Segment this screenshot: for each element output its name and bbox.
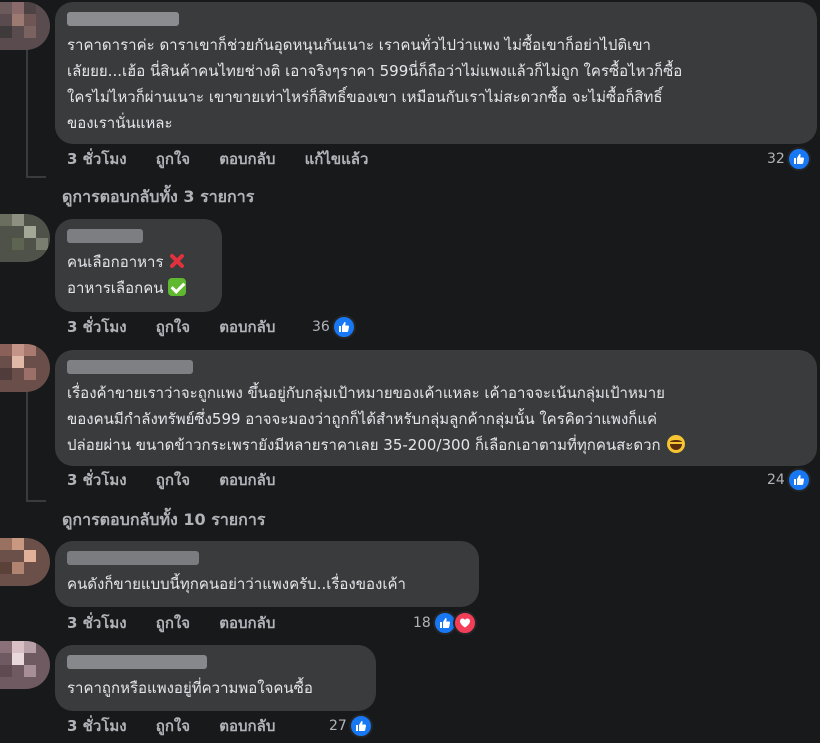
comment-text: ราคาถูกหรือแพงอยู่ที่ความพอใจคนซื้อ bbox=[67, 675, 362, 701]
comment-line: เลัยยย...เฮ้อ นี่สินค้าคนไทยช่างติ เอาจร… bbox=[67, 62, 683, 80]
commenter-name-blurred[interactable] bbox=[67, 551, 199, 565]
reaction-count: 36 bbox=[312, 319, 330, 335]
timestamp[interactable]: 3 ชั่วโมง bbox=[67, 714, 127, 738]
like-button[interactable]: ถูกใจ bbox=[156, 315, 190, 339]
avatar[interactable] bbox=[0, 344, 50, 392]
comment-line: อาหารเลือกคน bbox=[67, 275, 208, 301]
like-icon bbox=[348, 714, 373, 738]
comment-line: ใครไม่ไหวก็ผ่านเนาะ เขาขายเท่าไหร่ก็สิทธ… bbox=[67, 88, 663, 106]
reply-button[interactable]: ตอบกลับ bbox=[219, 147, 275, 171]
thread-line bbox=[26, 176, 46, 178]
avatar[interactable] bbox=[0, 538, 50, 586]
comment-text: ราคาดาราค่ะ ดาราเขาก็ช่วยกันอุดหนุนกันเน… bbox=[67, 32, 803, 136]
comment-bubble: ราคาถูกหรือแพงอยู่ที่ความพอใจคนซื้อ bbox=[55, 645, 376, 711]
comment-line-text: อาหารเลือกคน bbox=[67, 279, 164, 297]
comment-text: เรื่องค้าขายเราว่าจะถูกแพง ขึ้นอยู่กับกล… bbox=[67, 380, 803, 458]
laughing-emoji bbox=[666, 435, 685, 453]
comment-actions: 3 ชั่วโมง ถูกใจ ตอบกลับ bbox=[67, 468, 299, 492]
like-button[interactable]: ถูกใจ bbox=[156, 714, 190, 738]
cross-mark-emoji bbox=[168, 252, 186, 270]
edited-label[interactable]: แก้ไขแล้ว bbox=[305, 147, 369, 171]
timestamp[interactable]: 3 ชั่วโมง bbox=[67, 315, 127, 339]
reply-button[interactable]: ตอบกลับ bbox=[219, 714, 275, 738]
love-icon bbox=[452, 611, 477, 635]
comment-bubble: ราคาดาราค่ะ ดาราเขาก็ช่วยกันอุดหนุนกันเน… bbox=[55, 2, 817, 144]
commenter-name-blurred[interactable] bbox=[67, 360, 193, 374]
comment-line: คนดังก็ขายแบบนี้ทุกคนอย่าว่าแพงครับ..เรื… bbox=[67, 575, 406, 593]
comment-line: ราคาถูกหรือแพงอยู่ที่ความพอใจคนซื้อ bbox=[67, 679, 313, 697]
comment-bubble: คนเลือกอาหาร อาหารเลือกคน bbox=[55, 219, 222, 312]
comment-line: ราคาดาราค่ะ ดาราเขาก็ช่วยกันอุดหนุนกันเน… bbox=[67, 36, 651, 54]
reaction-summary[interactable]: 18 bbox=[413, 611, 477, 635]
reply-button[interactable]: ตอบกลับ bbox=[219, 468, 275, 492]
timestamp[interactable]: 3 ชั่วโมง bbox=[67, 147, 127, 171]
comment-line: เรื่องค้าขายเราว่าจะถูกแพง ขึ้นอยู่กับกล… bbox=[67, 384, 665, 402]
like-icon bbox=[786, 468, 811, 492]
check-mark-emoji bbox=[167, 278, 186, 296]
comment-line: คนเลือกอาหาร bbox=[67, 249, 208, 275]
reaction-summary[interactable]: 24 bbox=[767, 468, 811, 492]
reaction-summary[interactable]: 27 bbox=[329, 714, 373, 738]
thread-line bbox=[26, 48, 28, 176]
reply-button[interactable]: ตอบกลับ bbox=[219, 315, 275, 339]
reply-button[interactable]: ตอบกลับ bbox=[219, 611, 275, 635]
comment-line: ปล่อยผ่าน ขนาดข้าวกระเพรายังมีหลายราคาเล… bbox=[67, 432, 803, 458]
timestamp[interactable]: 3 ชั่วโมง bbox=[67, 611, 127, 635]
reaction-count: 27 bbox=[329, 718, 347, 734]
avatar[interactable] bbox=[0, 641, 50, 689]
view-replies-link[interactable]: ดูการตอบกลับทั้ง 3 รายการ bbox=[62, 185, 254, 210]
avatar[interactable] bbox=[0, 214, 50, 262]
view-replies-link[interactable]: ดูการตอบกลับทั้ง 10 รายการ bbox=[62, 508, 265, 533]
avatar[interactable] bbox=[0, 2, 50, 50]
comment-actions: 3 ชั่วโมง ถูกใจ ตอบกลับ bbox=[67, 714, 299, 738]
comment-line-text: ปล่อยผ่าน ขนาดข้าวกระเพรายังมีหลายราคาเล… bbox=[67, 436, 661, 454]
commenter-name-blurred[interactable] bbox=[67, 12, 179, 26]
like-button[interactable]: ถูกใจ bbox=[156, 468, 190, 492]
comment-text: คนดังก็ขายแบบนี้ทุกคนอย่าว่าแพงครับ..เรื… bbox=[67, 571, 465, 597]
comment-line: ของคนมีกำลังทรัพย์ซึ่ง599 อาจจะมองว่าถูก… bbox=[67, 410, 658, 428]
comment-actions: 3 ชั่วโมง ถูกใจ ตอบกลับ bbox=[67, 611, 299, 635]
like-icon bbox=[331, 315, 356, 339]
thread-line bbox=[26, 390, 28, 500]
like-button[interactable]: ถูกใจ bbox=[156, 147, 190, 171]
comment-bubble: คนดังก็ขายแบบนี้ทุกคนอย่าว่าแพงครับ..เรื… bbox=[55, 541, 479, 607]
reaction-count: 24 bbox=[767, 472, 785, 488]
like-button[interactable]: ถูกใจ bbox=[156, 611, 190, 635]
reaction-count: 18 bbox=[413, 615, 431, 631]
comment-bubble: เรื่องค้าขายเราว่าจะถูกแพง ขึ้นอยู่กับกล… bbox=[55, 350, 817, 466]
reaction-count: 32 bbox=[767, 151, 785, 167]
comment-line: ของเรานั่นแหละ bbox=[67, 114, 173, 132]
thread-line bbox=[26, 500, 46, 502]
comment-actions: 3 ชั่วโมง ถูกใจ ตอบกลับ แก้ไขแล้ว bbox=[67, 147, 392, 171]
reaction-summary[interactable]: 36 bbox=[312, 315, 356, 339]
timestamp[interactable]: 3 ชั่วโมง bbox=[67, 468, 127, 492]
comment-line-text: คนเลือกอาหาร bbox=[67, 253, 164, 271]
commenter-name-blurred[interactable] bbox=[67, 229, 143, 243]
comment-actions: 3 ชั่วโมง ถูกใจ ตอบกลับ bbox=[67, 315, 299, 339]
comment-text: คนเลือกอาหาร อาหารเลือกคน bbox=[67, 249, 208, 301]
commenter-name-blurred[interactable] bbox=[67, 655, 207, 669]
reaction-summary[interactable]: 32 bbox=[767, 147, 811, 171]
like-icon bbox=[786, 147, 811, 171]
